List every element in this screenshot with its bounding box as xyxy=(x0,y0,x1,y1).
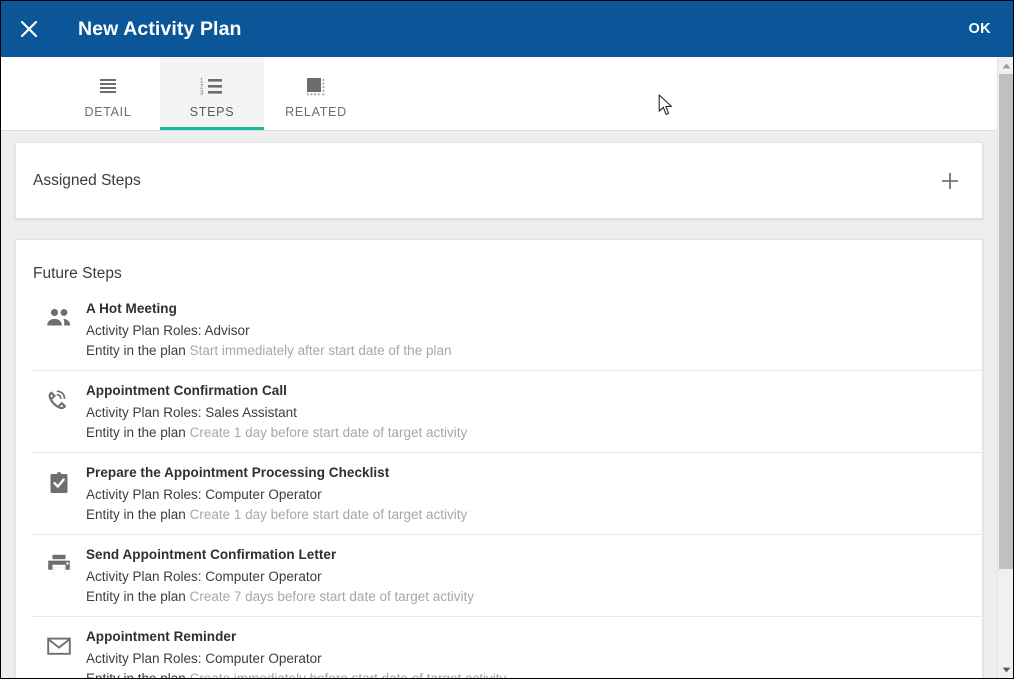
step-entity-label: Entity in the plan xyxy=(86,343,186,358)
phone-in-talk-icon xyxy=(32,383,86,413)
list-item-content: Appointment Confirmation Call Activity P… xyxy=(86,383,966,440)
list-item-content: Appointment Reminder Activity Plan Roles… xyxy=(86,629,966,678)
dialog-body: DETAIL 1 2 3 STEPS RELATED Assigned Step… xyxy=(1,57,1013,678)
scrollbar-thumb[interactable] xyxy=(999,74,1013,569)
step-entity-label: Entity in the plan xyxy=(86,507,186,522)
step-name: Appointment Reminder xyxy=(86,629,237,644)
scroll-down-arrow-icon xyxy=(1002,667,1010,672)
step-name: Send Appointment Confirmation Letter xyxy=(86,547,337,562)
add-assigned-step-button[interactable] xyxy=(935,166,965,196)
step-roles: Activity Plan Roles: Computer Operator xyxy=(86,487,322,502)
step-roles: Activity Plan Roles: Sales Assistant xyxy=(86,405,297,420)
future-steps-title: Future Steps xyxy=(33,265,122,282)
scroll-down-button[interactable] xyxy=(998,661,1013,678)
vertical-scrollbar[interactable] xyxy=(997,57,1013,678)
list-item[interactable]: Appointment Reminder Activity Plan Roles… xyxy=(32,616,982,678)
cards-scroll-region: Assigned Steps Future Steps A Hot Meetin… xyxy=(1,131,997,678)
step-entity: Entity in the plan Create 1 day before s… xyxy=(86,507,966,522)
step-entity-label: Entity in the plan xyxy=(86,425,186,440)
tab-detail-label: DETAIL xyxy=(84,105,132,119)
people-icon xyxy=(32,301,86,329)
step-entity-detail: Start immediately after start date of th… xyxy=(189,343,452,358)
list-item-content: Prepare the Appointment Processing Check… xyxy=(86,465,966,522)
close-button[interactable] xyxy=(1,1,57,57)
tab-detail[interactable]: DETAIL xyxy=(56,57,160,130)
close-icon xyxy=(20,20,38,38)
assigned-steps-card: Assigned Steps xyxy=(15,142,983,219)
step-entity: Entity in the plan Start immediately aft… xyxy=(86,343,966,358)
step-entity: Entity in the plan Create immediately be… xyxy=(86,671,966,678)
new-activity-plan-dialog: New Activity Plan OK DETAIL 1 2 3 STEPS … xyxy=(0,0,1014,679)
envelope-icon xyxy=(32,629,86,657)
plus-icon xyxy=(942,172,958,189)
step-roles: Activity Plan Roles: Advisor xyxy=(86,323,250,338)
step-entity-label: Entity in the plan xyxy=(86,589,186,604)
tab-steps-label: STEPS xyxy=(189,105,235,119)
list-item-content: Send Appointment Confirmation Letter Act… xyxy=(86,547,966,604)
printer-icon xyxy=(32,547,86,577)
step-entity-detail: Create immediately before start date of … xyxy=(190,671,507,678)
assigned-steps-title: Assigned Steps xyxy=(33,171,141,189)
step-roles: Activity Plan Roles: Computer Operator xyxy=(86,569,322,584)
page-title: New Activity Plan xyxy=(78,17,242,40)
list-item-content: A Hot Meeting Activity Plan Roles: Advis… xyxy=(86,301,966,358)
tab-related-label: RELATED xyxy=(285,105,347,119)
list-item[interactable]: A Hot Meeting Activity Plan Roles: Advis… xyxy=(32,297,982,370)
tab-related[interactable]: RELATED xyxy=(264,57,368,130)
step-entity-detail: Create 1 day before start date of target… xyxy=(189,425,468,440)
step-name: Appointment Confirmation Call xyxy=(86,383,287,398)
step-roles: Activity Plan Roles: Computer Operator xyxy=(86,651,322,666)
tab-steps[interactable]: 1 2 3 STEPS xyxy=(160,57,264,130)
related-square-icon xyxy=(305,74,327,100)
scroll-up-button[interactable] xyxy=(998,57,1013,74)
clipboard-check-icon xyxy=(32,465,86,495)
step-entity: Entity in the plan Create 7 days before … xyxy=(86,589,966,604)
tab-bar: DETAIL 1 2 3 STEPS RELATED xyxy=(1,57,997,131)
numbered-list-icon: 1 2 3 xyxy=(200,74,224,100)
list-item[interactable]: Appointment Confirmation Call Activity P… xyxy=(32,370,982,452)
step-name: A Hot Meeting xyxy=(86,301,177,316)
step-name: Prepare the Appointment Processing Check… xyxy=(86,465,390,480)
detail-lines-icon xyxy=(97,74,119,100)
step-entity-detail: Create 1 day before start date of target… xyxy=(189,507,468,522)
svg-text:3: 3 xyxy=(200,91,204,97)
step-entity-label: Entity in the plan xyxy=(86,671,186,678)
list-item[interactable]: Prepare the Appointment Processing Check… xyxy=(32,452,982,534)
dialog-titlebar: New Activity Plan OK xyxy=(1,1,1013,57)
step-entity: Entity in the plan Create 1 day before s… xyxy=(86,425,966,440)
scroll-up-arrow-icon xyxy=(1002,63,1010,68)
step-entity-detail: Create 7 days before start date of targe… xyxy=(189,589,474,604)
list-item[interactable]: Send Appointment Confirmation Letter Act… xyxy=(32,534,982,616)
ok-button[interactable]: OK xyxy=(968,21,991,37)
future-steps-card: Future Steps A Hot Meeting Activity Plan… xyxy=(15,239,983,678)
